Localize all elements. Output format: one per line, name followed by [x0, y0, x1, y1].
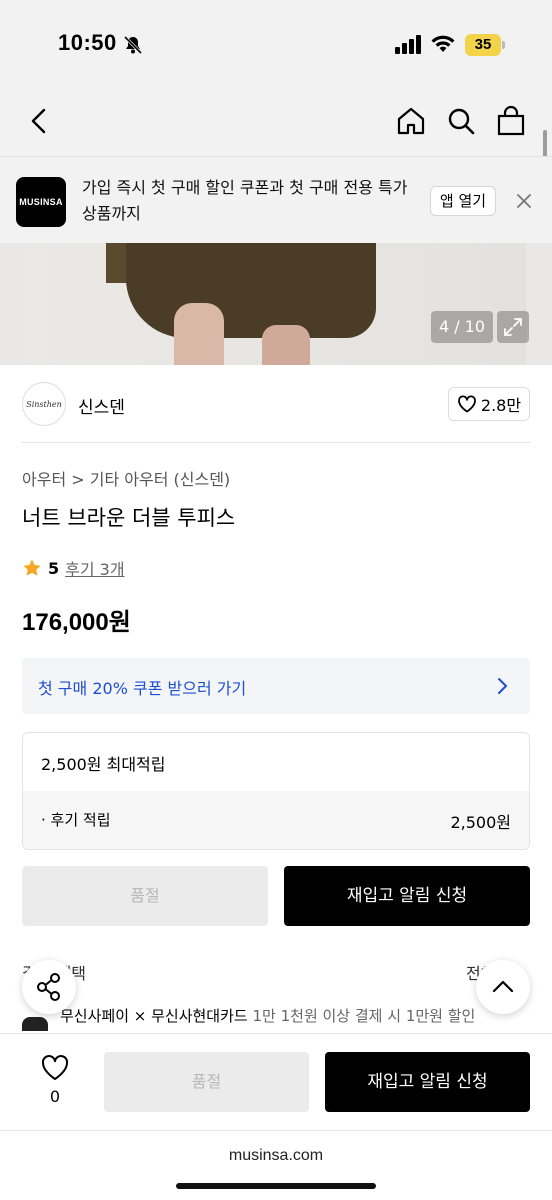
image-page-indicator: 4 / 10 [431, 311, 493, 343]
product-image-leg [174, 303, 224, 365]
battery-tip [502, 41, 505, 49]
search-icon[interactable] [444, 104, 478, 138]
banner-text: 가입 즉시 첫 구매 할인 쿠폰과 첫 구매 전용 특가 상품까지 [82, 178, 408, 223]
star-icon [23, 559, 41, 576]
bell-slash-icon [123, 35, 143, 55]
bottom-soldout-button[interactable]: 품절 [104, 1052, 309, 1112]
points-header: 2,500원 최대적립 [41, 755, 166, 774]
battery-indicator: 35 [465, 34, 501, 56]
wishlist-count: 0 [49, 1087, 61, 1106]
points-detail: · 후기 적립 2,500원 [23, 791, 529, 849]
product-image-skirt [126, 243, 376, 338]
review-link[interactable]: 후기 3개 [65, 556, 124, 580]
url-text[interactable]: musinsa.com [0, 1147, 552, 1165]
wishlist-heart-icon[interactable] [40, 1054, 70, 1082]
product-image [26, 243, 526, 365]
brand-like-button[interactable]: 2.8만 [448, 387, 530, 421]
musinsa-logo: MUSINSA [16, 177, 66, 227]
soldout-button[interactable]: 품절 [22, 866, 268, 926]
divider [22, 442, 530, 443]
back-icon[interactable] [22, 104, 56, 138]
product-price: 176,000원 [22, 609, 131, 636]
card-benefit-main: 무신사페이 × 무신사현대카드 [60, 1007, 248, 1025]
card-benefit-row: 무신사페이 × 무신사현대카드 1만 1천원 이상 결제 시 1만원 할인 [22, 1005, 530, 1031]
nav-bar [0, 90, 552, 156]
rating-score: 5 [48, 558, 60, 578]
app-install-banner: MUSINSA 가입 즉시 첫 구매 할인 쿠폰과 첫 구매 전용 특가 상품까… [0, 156, 552, 243]
expand-icon [504, 318, 522, 336]
wifi-icon [431, 35, 455, 52]
expand-button[interactable] [497, 311, 529, 343]
heart-icon [458, 395, 476, 413]
brand-like-count: 2.8만 [480, 396, 522, 415]
product-image-carousel[interactable]: 4 / 10 [0, 243, 552, 365]
share-icon [37, 973, 60, 1001]
status-bar: 10:50 35 [0, 0, 552, 90]
rating-row: 5 후기 3개 [22, 556, 125, 580]
coupon-text: 첫 구매 20% 쿠폰 받으러 가기 [38, 679, 247, 698]
points-box: 2,500원 최대적립 · 후기 적립 2,500원 [22, 732, 530, 850]
shopping-bag-icon[interactable] [494, 104, 528, 138]
restock-alert-button[interactable]: 재입고 알림 신청 [284, 866, 530, 926]
brand-name[interactable]: 신스덴 [78, 393, 125, 418]
breadcrumb[interactable]: 아우터 > 기타 아우터 (신스덴) [22, 466, 230, 490]
brand-row[interactable]: Sinsthen 신스덴 2.8만 [22, 380, 530, 430]
browser-url-bar: musinsa.com [0, 1130, 552, 1200]
share-button[interactable] [22, 960, 76, 1014]
coupon-banner[interactable]: 첫 구매 20% 쿠폰 받으러 가기 [22, 658, 530, 714]
points-detail-label: · 후기 적립 [41, 811, 111, 829]
card-icon [22, 1017, 48, 1031]
card-benefit-detail: 1만 1천원 이상 결제 시 1만원 할인 [247, 1007, 476, 1025]
brand-avatar[interactable]: Sinsthen [22, 382, 66, 426]
chevron-right-icon [498, 678, 507, 694]
close-icon[interactable] [514, 191, 534, 211]
points-detail-value: 2,500원 [450, 813, 511, 832]
signal-icon [395, 35, 421, 54]
home-indicator[interactable] [176, 1183, 376, 1189]
scroll-top-button[interactable] [476, 960, 530, 1014]
status-time: 10:50 [58, 30, 117, 55]
product-title: 너트 브라운 더블 투피스 [22, 506, 236, 530]
open-app-button[interactable]: 앱 열기 [430, 186, 496, 216]
bottom-restock-button[interactable]: 재입고 알림 신청 [325, 1052, 530, 1112]
chevron-up-icon [492, 980, 514, 993]
bottom-action-bar: 0 품절 재입고 알림 신청 [0, 1033, 552, 1130]
home-icon[interactable] [394, 104, 428, 138]
product-image-leg [262, 325, 310, 365]
card-benefit-text: 무신사페이 × 무신사현대카드 1만 1천원 이상 결제 시 1만원 할인 [60, 1005, 475, 1026]
